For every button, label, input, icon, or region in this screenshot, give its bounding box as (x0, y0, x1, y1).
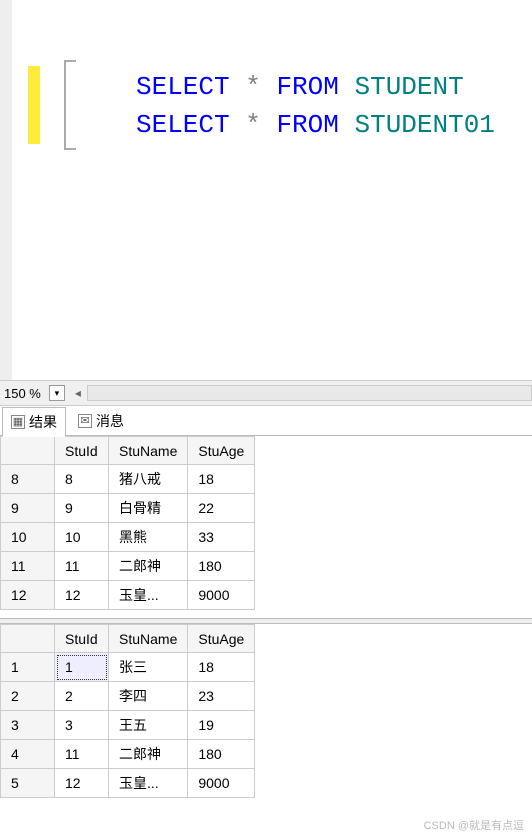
table-row[interactable]: 99白骨精22 (1, 494, 255, 523)
table-row[interactable]: 512玉皇...9000 (1, 769, 255, 798)
results-tabs: ▦ 结果 ✉ 消息 (0, 406, 532, 436)
column-header[interactable]: StuId (55, 625, 109, 653)
code-area[interactable]: SELECT * FROM STUDENTSELECT * FROM STUDE… (136, 68, 495, 144)
row-number[interactable]: 3 (1, 711, 55, 740)
column-header[interactable]: StuAge (188, 625, 255, 653)
row-number[interactable]: 9 (1, 494, 55, 523)
cell[interactable]: 2 (55, 682, 109, 711)
cell[interactable]: 19 (188, 711, 255, 740)
cell[interactable]: 11 (55, 740, 109, 769)
column-header[interactable]: StuAge (188, 437, 255, 465)
cell[interactable]: 33 (188, 523, 255, 552)
row-number[interactable]: 11 (1, 552, 55, 581)
cell[interactable]: 11 (55, 552, 109, 581)
cell[interactable]: 18 (188, 653, 255, 682)
table-row[interactable]: 11张三18 (1, 653, 255, 682)
cell[interactable]: 12 (55, 769, 109, 798)
cell[interactable]: 玉皇... (109, 769, 188, 798)
table-row[interactable]: 1212玉皇...9000 (1, 581, 255, 610)
fold-bracket[interactable] (64, 60, 76, 150)
cell[interactable]: 王五 (109, 711, 188, 740)
results-grid-1[interactable]: StuIdStuNameStuAge88猪八戒1899白骨精221010黑熊33… (0, 436, 255, 610)
cell[interactable]: 23 (188, 682, 255, 711)
cell[interactable]: 8 (55, 465, 109, 494)
table-row[interactable]: 33王五19 (1, 711, 255, 740)
cell[interactable]: 180 (188, 552, 255, 581)
cell[interactable]: 9000 (188, 769, 255, 798)
cell[interactable]: 张三 (109, 653, 188, 682)
cell[interactable]: 180 (188, 740, 255, 769)
row-number[interactable]: 8 (1, 465, 55, 494)
row-number[interactable]: 4 (1, 740, 55, 769)
sql-editor[interactable]: SELECT * FROM STUDENTSELECT * FROM STUDE… (0, 0, 532, 380)
table-row[interactable]: 22李四23 (1, 682, 255, 711)
cell[interactable]: 10 (55, 523, 109, 552)
cell[interactable]: 22 (188, 494, 255, 523)
cell[interactable]: 猪八戒 (109, 465, 188, 494)
messages-icon: ✉ (78, 414, 92, 428)
cell[interactable]: 18 (188, 465, 255, 494)
cell[interactable]: 白骨精 (109, 494, 188, 523)
results-pane: StuIdStuNameStuAge88猪八戒1899白骨精221010黑熊33… (0, 436, 532, 837)
table-row[interactable]: 1111二郎神180 (1, 552, 255, 581)
cell[interactable]: 黑熊 (109, 523, 188, 552)
row-number[interactable]: 2 (1, 682, 55, 711)
cell[interactable]: 12 (55, 581, 109, 610)
table-row[interactable]: 88猪八戒18 (1, 465, 255, 494)
row-number[interactable]: 1 (1, 653, 55, 682)
row-header-corner (1, 437, 55, 465)
horizontal-scrollbar[interactable] (87, 385, 532, 401)
cell[interactable]: 二郎神 (109, 552, 188, 581)
grid-icon: ▦ (11, 415, 25, 429)
cell[interactable]: 1 (55, 653, 109, 682)
scroll-left-button[interactable]: ◂ (69, 386, 87, 400)
row-number[interactable]: 12 (1, 581, 55, 610)
column-header[interactable]: StuName (109, 437, 188, 465)
column-header[interactable]: StuId (55, 437, 109, 465)
tab-messages-label: 消息 (96, 411, 124, 431)
cell[interactable]: 玉皇... (109, 581, 188, 610)
zoom-bar: 150 % ▾ ◂ (0, 380, 532, 406)
tab-messages[interactable]: ✉ 消息 (70, 407, 132, 435)
results-grid-2[interactable]: StuIdStuNameStuAge11张三1822李四2333王五19411二… (0, 624, 255, 798)
cell[interactable]: 3 (55, 711, 109, 740)
cell[interactable]: 二郎神 (109, 740, 188, 769)
table-row[interactable]: 1010黑熊33 (1, 523, 255, 552)
row-number[interactable]: 5 (1, 769, 55, 798)
tab-results-label: 结果 (29, 412, 57, 432)
column-header[interactable]: StuName (109, 625, 188, 653)
tab-results[interactable]: ▦ 结果 (2, 407, 66, 437)
watermark: CSDN @就是有点逗 (424, 817, 524, 833)
zoom-value[interactable]: 150 % (0, 386, 49, 401)
row-header-corner (1, 625, 55, 653)
editor-gutter (12, 0, 52, 380)
cell[interactable]: 9 (55, 494, 109, 523)
row-number[interactable]: 10 (1, 523, 55, 552)
table-row[interactable]: 411二郎神180 (1, 740, 255, 769)
cell[interactable]: 9000 (188, 581, 255, 610)
zoom-dropdown[interactable]: ▾ (49, 385, 65, 401)
change-marker (28, 66, 40, 144)
cell[interactable]: 李四 (109, 682, 188, 711)
